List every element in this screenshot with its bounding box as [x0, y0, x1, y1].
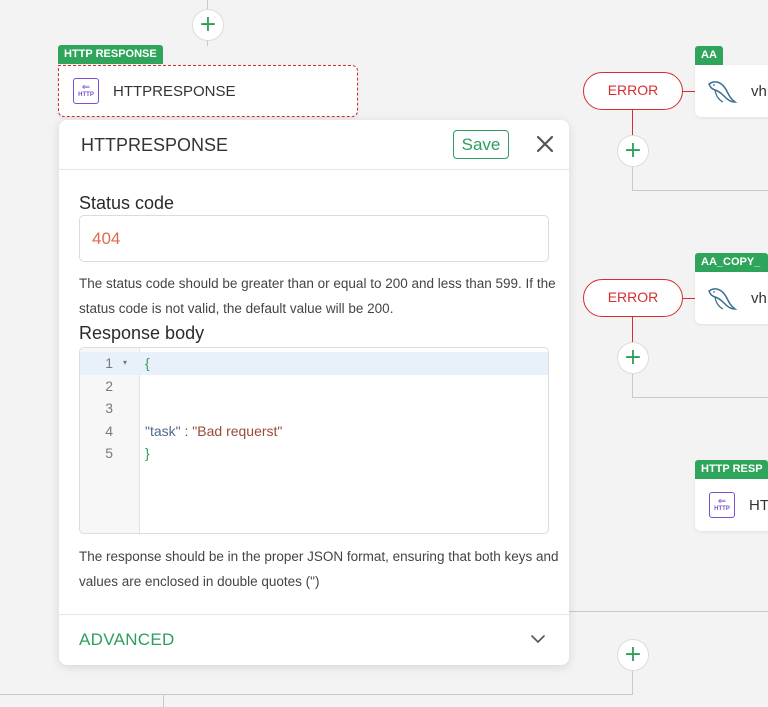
node-label: HTTPRESPONSE	[113, 82, 236, 100]
error-branch-button[interactable]: ERROR	[583, 279, 683, 317]
code-line: 3	[105, 400, 113, 416]
code-line: 5 }	[105, 445, 150, 461]
response-body-helper: The response should be in the proper JSO…	[79, 549, 559, 589]
connector-line	[632, 166, 633, 190]
error-connector-line	[682, 91, 695, 92]
node-tag: HTTP RESPONSE	[58, 45, 163, 64]
connector-line	[632, 373, 633, 397]
error-connector-line	[632, 317, 633, 343]
fold-toggle-icon[interactable]: ▾	[123, 352, 127, 375]
error-connector-line	[632, 110, 633, 136]
node-config-panel: HTTPRESPONSE Save Status code The status…	[59, 120, 569, 665]
code-line: 2	[105, 377, 113, 394]
close-icon[interactable]	[533, 132, 557, 156]
connector-line	[0, 694, 633, 695]
mysql-dolphin-icon	[708, 288, 738, 310]
add-step-button[interactable]: +	[192, 9, 224, 41]
panel-header: HTTPRESPONSE Save	[59, 120, 569, 170]
code-line: 4 "task" : "Bad requerst"	[80, 420, 548, 443]
save-button[interactable]: Save	[453, 130, 509, 159]
add-step-button[interactable]: +	[617, 135, 649, 167]
code-line: 1 ▾ {	[80, 352, 548, 375]
mysql-dolphin-icon	[708, 81, 738, 103]
response-body-label: Response body	[79, 323, 205, 343]
connector-line	[569, 611, 768, 612]
http-response-node[interactable]: ⇐ HTTP HT	[695, 479, 768, 531]
error-connector-line	[682, 298, 695, 299]
connector-line	[632, 670, 633, 694]
status-code-helper: The status code should be greater than o…	[79, 276, 556, 316]
mysql-node[interactable]: vh	[695, 65, 768, 117]
json-key-value: "task" : "Bad requerst"	[145, 422, 283, 439]
status-code-input[interactable]	[79, 215, 549, 262]
add-step-button[interactable]: +	[617, 342, 649, 374]
advanced-label: ADVANCED	[79, 630, 175, 649]
advanced-section-toggle[interactable]: ADVANCED	[59, 614, 569, 665]
node-tag: AA	[695, 46, 723, 65]
add-step-button[interactable]: +	[617, 639, 649, 671]
connector-line	[632, 397, 768, 398]
node-tag: HTTP RESP	[695, 460, 768, 479]
node-label: vh	[751, 82, 767, 100]
node-label: HT	[749, 496, 768, 514]
mysql-node[interactable]: vh	[695, 272, 768, 324]
chevron-down-icon	[531, 635, 545, 643]
response-body-editor[interactable]: 1 ▾ { 2 3 4 "task" : "Bad requerst" 5 }	[79, 347, 549, 534]
http-response-icon: ⇐ HTTP	[709, 492, 735, 518]
node-tag: AA_COPY_	[695, 253, 768, 272]
status-code-label: Status code	[79, 193, 175, 213]
panel-title: HTTPRESPONSE	[81, 135, 229, 155]
connector-line	[163, 694, 164, 707]
http-response-node[interactable]: ⇐ HTTP HTTPRESPONSE	[58, 65, 358, 117]
node-label: vh	[751, 289, 767, 307]
connector-line	[632, 190, 768, 191]
error-branch-button[interactable]: ERROR	[583, 72, 683, 110]
http-response-icon: ⇐ HTTP	[73, 78, 99, 104]
